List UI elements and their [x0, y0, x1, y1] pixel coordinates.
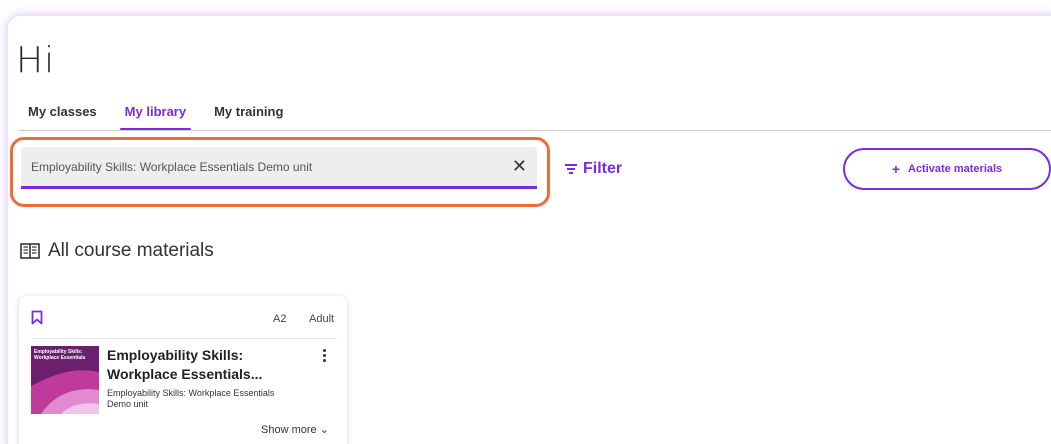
kebab-menu-icon[interactable]	[319, 349, 331, 363]
plus-icon: +	[891, 161, 900, 177]
tab-my-training[interactable]: My training	[214, 104, 283, 129]
course-subtitle: Employability Skills: Workplace Essentia…	[107, 388, 275, 409]
book-icon	[20, 243, 40, 259]
activate-materials-button[interactable]: + Activate materials	[843, 148, 1051, 190]
greeting-title: Hi	[16, 40, 56, 81]
show-more-link[interactable]: Show more ⌄	[261, 423, 329, 436]
cover-title: Employability Skills: Workplace Essentia…	[34, 349, 86, 361]
tab-my-classes[interactable]: My classes	[28, 104, 97, 129]
filter-label: Filter	[583, 160, 623, 177]
course-cover-image: Employability Skills: Workplace Essentia…	[31, 346, 99, 414]
level-badge: A2	[273, 313, 287, 325]
search-box: ✕	[21, 147, 537, 189]
section-title: All course materials	[48, 240, 214, 261]
chevron-down-icon: ⌄	[319, 424, 329, 436]
close-icon[interactable]: ✕	[512, 156, 527, 177]
filter-button[interactable]: Filter	[565, 160, 622, 178]
activate-materials-label: Activate materials	[908, 163, 1003, 175]
course-title[interactable]: Employability Skills: Workplace Essentia…	[107, 346, 297, 384]
audience-badge: Adult	[309, 313, 335, 325]
tab-my-library[interactable]: My library	[119, 104, 192, 131]
card-divider	[31, 338, 337, 339]
card-header: A2 Adult	[19, 296, 347, 338]
bookmark-icon[interactable]	[31, 310, 43, 325]
filter-icon	[565, 164, 577, 174]
search-input[interactable]	[21, 147, 491, 186]
course-card[interactable]: A2 Adult Employability Skills: Workplace…	[19, 296, 347, 444]
tab-bar: My classes My library My training	[28, 104, 311, 131]
show-more-label: Show more	[261, 424, 317, 436]
tabs-divider	[18, 130, 1051, 131]
section-heading: All course materials	[20, 240, 214, 262]
